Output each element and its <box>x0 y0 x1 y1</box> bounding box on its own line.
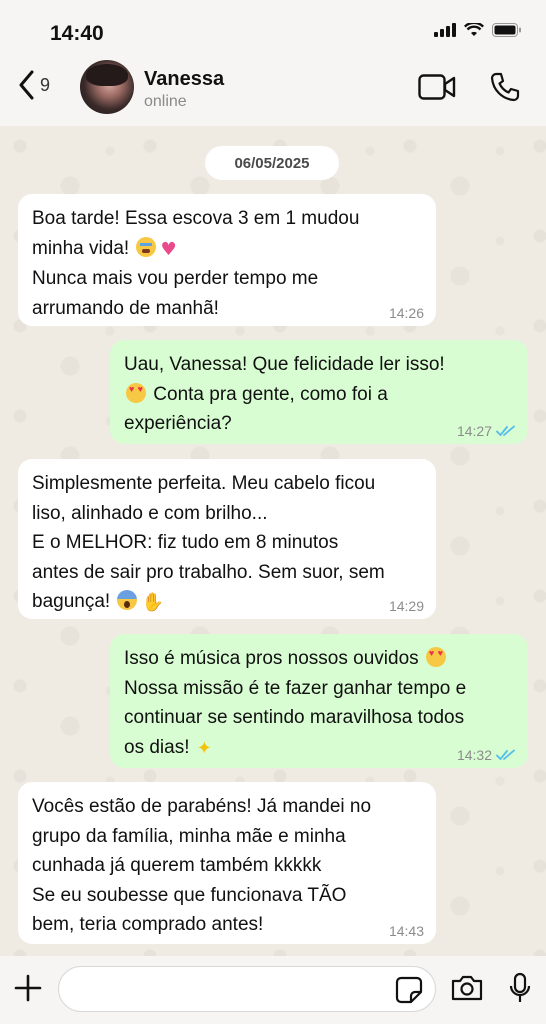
sticker-icon[interactable] <box>395 976 423 1004</box>
message-line: Boa tarde! Essa escova 3 em 1 mudou <box>32 208 360 229</box>
message-line: Isso é música pros nossos ouvidos <box>124 648 419 669</box>
message-line: bem, teria comprado antes! <box>32 914 264 935</box>
message-line-with-emoji: bagunça! ✋ <box>32 587 422 618</box>
message-outgoing[interactable]: Isso é música pros nossos ouvidos Nossa … <box>110 634 528 768</box>
message-time: 14:27 <box>456 423 492 439</box>
message-meta: 14:26 <box>389 306 424 320</box>
video-call-icon[interactable] <box>418 74 456 100</box>
message-line-with-emoji: os dias! ✦ <box>124 733 514 764</box>
wifi-icon <box>464 23 484 36</box>
status-icons <box>434 23 522 37</box>
phone-icon[interactable] <box>490 72 520 102</box>
clapping-hands-icon: ✋ <box>141 592 164 613</box>
message-time: 14:26 <box>388 305 424 321</box>
unread-count: 9 <box>40 74 51 95</box>
message-incoming[interactable]: Simplesmente perfeita. Meu cabelo ficou … <box>18 459 436 619</box>
message-time: 14:43 <box>388 923 424 939</box>
loudly-crying-face-icon <box>136 236 157 257</box>
signal-icon <box>434 23 456 37</box>
growing-heart-icon: ♥ <box>160 238 177 260</box>
message-line: Simplesmente perfeita. Meu cabelo ficou <box>32 473 376 494</box>
message-meta: 14:29 <box>389 599 424 613</box>
message-time: 14:32 <box>456 747 492 763</box>
message-line: E o MELHOR: fiz tudo em 8 minutos <box>32 532 339 553</box>
message-incoming[interactable]: Boa tarde! Essa escova 3 em 1 mudou minh… <box>18 194 436 326</box>
message-line: Se eu soubesse que funcionava TÃO <box>32 884 347 906</box>
heart-eyes-emoji-icon <box>126 382 146 403</box>
avatar[interactable] <box>80 60 134 114</box>
message-outgoing[interactable]: Uau, Vanessa! Que felicidade ler isso! C… <box>110 340 528 444</box>
sparkles-icon: ✦ <box>196 737 212 759</box>
message-incoming[interactable]: Vocês estão de parabéns! Já mandei no gr… <box>18 782 436 944</box>
message-line: os dias! <box>124 736 190 758</box>
header-actions <box>418 72 520 102</box>
status-bar: 14:40 <box>0 0 546 60</box>
message-line: arrumando de manhã! <box>32 297 219 319</box>
message-line: cunhada já querem também kkkkk <box>32 855 322 876</box>
message-line: bagunça! <box>32 591 111 612</box>
message-line-with-emoji: minha vida! ♥ <box>32 234 422 265</box>
plus-icon[interactable] <box>14 974 42 1002</box>
battery-icon <box>492 23 521 37</box>
camera-icon[interactable] <box>450 974 484 1002</box>
chat-header: 9 Vanessa online <box>0 58 546 126</box>
chevron-left-icon <box>19 70 34 100</box>
message-line: continuar se sentindo maravilhosa todos <box>124 707 465 728</box>
contact-name[interactable]: Vanessa <box>144 68 224 91</box>
read-receipt-icon <box>496 749 515 761</box>
contact-status: online <box>144 93 187 110</box>
message-line: liso, alinhado e com brilho... <box>32 502 268 524</box>
message-line: antes de sair pro trabalho. Sem suor, se… <box>32 561 385 583</box>
message-meta: 14:32 <box>457 748 516 762</box>
message-input[interactable] <box>58 966 436 1012</box>
message-meta: 14:43 <box>389 924 424 938</box>
chat-area[interactable]: 06/05/2025 Boa tarde! Essa escova 3 em 1… <box>0 126 546 956</box>
date-separator: 06/05/2025 <box>205 146 339 180</box>
message-meta: 14:27 <box>457 424 516 438</box>
message-line: experiência? <box>124 413 232 434</box>
message-line: Conta pra gente, como foi a <box>153 383 388 405</box>
message-line: Vocês estão de parabéns! Já mandei no <box>32 796 372 817</box>
message-time: 14:29 <box>388 598 424 614</box>
screaming-face-icon <box>117 590 138 610</box>
status-time: 14:40 <box>50 22 104 45</box>
microphone-icon[interactable] <box>508 972 532 1004</box>
message-line: Uau, Vanessa! Que felicidade ler isso! <box>124 354 445 375</box>
message-line-with-emoji: Conta pra gente, como foi a <box>124 380 514 410</box>
message-line-with-emoji: Isso é música pros nossos ouvidos <box>124 644 514 674</box>
back-button[interactable]: 9 <box>18 70 50 100</box>
message-line: minha vida! <box>32 237 130 259</box>
message-line: Nossa missão é te fazer ganhar tempo e <box>124 677 467 699</box>
read-receipt-icon <box>496 425 515 437</box>
message-line: Nunca mais vou perder tempo me <box>32 268 319 289</box>
heart-eyes-emoji-icon <box>425 647 446 667</box>
message-line: grupo da família, minha mãe e minha <box>32 825 346 847</box>
input-bar <box>0 956 546 1024</box>
